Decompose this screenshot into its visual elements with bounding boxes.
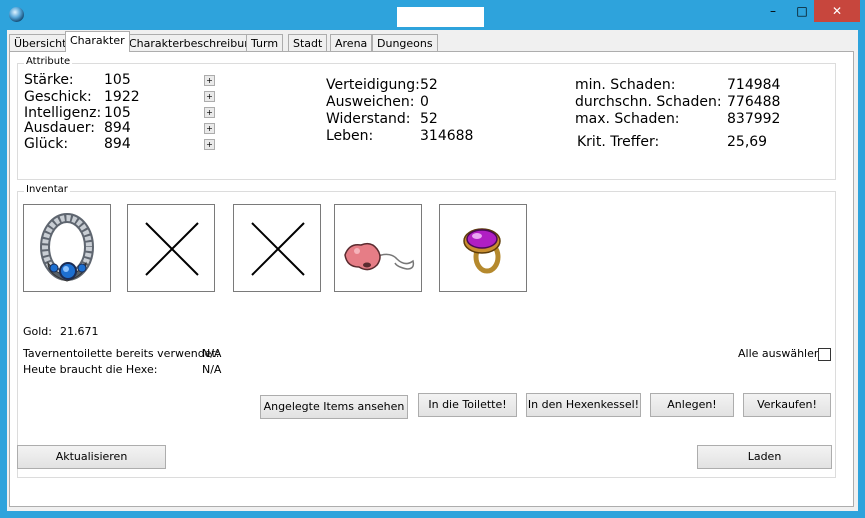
close-button[interactable]: ✕ [814,0,860,22]
tab-uebersicht[interactable]: Übersicht [9,34,72,51]
stat-value-widerstand: 52 [420,111,438,127]
tab-charakter[interactable]: Charakter [65,31,130,52]
tab-dungeons[interactable]: Dungeons [372,34,438,51]
tab-turm[interactable]: Turm [246,34,284,51]
stat-value-ausdauer: 894 [104,120,131,136]
inventory-group: Inventar Gold: 21.671 Tavernentoilette b… [17,184,836,478]
increase-staerke-button[interactable]: + [204,75,215,86]
stat-value-leben: 314688 [420,128,474,144]
inventory-slot-1[interactable] [23,204,111,292]
stat-value-intelligenz: 105 [104,105,131,121]
window-title [397,7,484,27]
gold-value: 21.671 [60,325,99,338]
stat-label-min-schaden: min. Schaden: [575,77,676,93]
nose-glasses-icon [344,242,415,271]
attributes-group: Attribute Stärke: 105 + Geschick: 1922 +… [17,56,836,180]
empty-slot-x-icon [145,222,199,276]
maximize-button[interactable]: □ [790,0,814,22]
select-all-checkbox[interactable] [818,348,831,361]
necklace-icon [40,213,94,282]
toilet-used-label: Tavernentoilette bereits verwendet: [23,347,220,360]
increase-geschick-button[interactable]: + [204,91,215,102]
stat-label-max-schaden: max. Schaden: [575,111,680,127]
inventory-slot-4[interactable] [334,204,422,292]
tab-stadt[interactable]: Stadt [288,34,328,51]
inventory-slot-2[interactable] [127,204,215,292]
stat-value-verteidigung: 52 [420,77,438,93]
app-icon [9,7,24,22]
client-area: Übersicht Charakter Charakterbeschreibun… [7,30,858,511]
inventory-group-title: Inventar [24,184,70,195]
increase-ausdauer-button[interactable]: + [204,123,215,134]
toilet-used-value: N/A [202,347,222,360]
minimize-button[interactable]: – [756,0,790,22]
inventory-slot-3[interactable] [233,204,321,292]
stat-label-widerstand: Widerstand: [326,111,411,127]
tab-arena[interactable]: Arena [330,34,373,51]
view-equipped-button[interactable]: Angelegte Items ansehen [260,395,408,419]
stat-value-ausweichen: 0 [420,94,429,110]
tab-charakterbeschreibung[interactable]: Charakterbeschreibung [124,34,264,51]
stat-value-min-schaden: 714984 [727,77,781,93]
increase-intelligenz-button[interactable]: + [204,107,215,118]
purple-gem-ring-icon [463,228,501,274]
stat-label-glueck: Glück: [24,136,69,152]
stat-label-ausweichen: Ausweichen: [326,94,415,110]
tab-page-charakter: Attribute Stärke: 105 + Geschick: 1922 +… [9,51,854,507]
stat-label-ausdauer: Ausdauer: [24,120,95,136]
stat-value-glueck: 894 [104,136,131,152]
stat-label-leben: Leben: [326,128,374,144]
stat-value-krit-treffer: 25,69 [727,134,768,150]
stat-label-staerke: Stärke: [24,72,74,88]
witch-needs-value: N/A [202,363,222,376]
toilet-button[interactable]: In die Toilette! [418,393,517,417]
stat-label-durchschn-schaden: durchschn. Schaden: [575,94,722,110]
stat-value-geschick: 1922 [104,89,140,105]
stat-value-staerke: 105 [104,72,131,88]
increase-glueck-button[interactable]: + [204,139,215,150]
witch-needs-label: Heute braucht die Hexe: [23,363,158,376]
load-button[interactable]: Laden [697,445,832,469]
gold-label: Gold: [23,325,52,338]
stat-label-krit-treffer: Krit. Treffer: [577,134,660,150]
title-bar: – □ ✕ [0,0,865,30]
cauldron-button[interactable]: In den Hexenkessel! [526,393,641,417]
sell-button[interactable]: Verkaufen! [743,393,831,417]
stat-label-verteidigung: Verteidigung: [326,77,420,93]
equip-button[interactable]: Anlegen! [650,393,734,417]
stat-label-geschick: Geschick: [24,89,92,105]
inventory-slot-5[interactable] [439,204,527,292]
attributes-group-title: Attribute [24,56,73,67]
stat-label-intelligenz: Intelligenz: [24,105,102,121]
stat-value-durchschn-schaden: 776488 [727,94,781,110]
stat-value-max-schaden: 837992 [727,111,781,127]
app-window: – □ ✕ Übersicht Charakter Charakterbesch… [0,0,865,518]
select-all-label: Alle auswählen [738,347,821,360]
empty-slot-x-icon [251,222,305,276]
refresh-button[interactable]: Aktualisieren [17,445,166,469]
